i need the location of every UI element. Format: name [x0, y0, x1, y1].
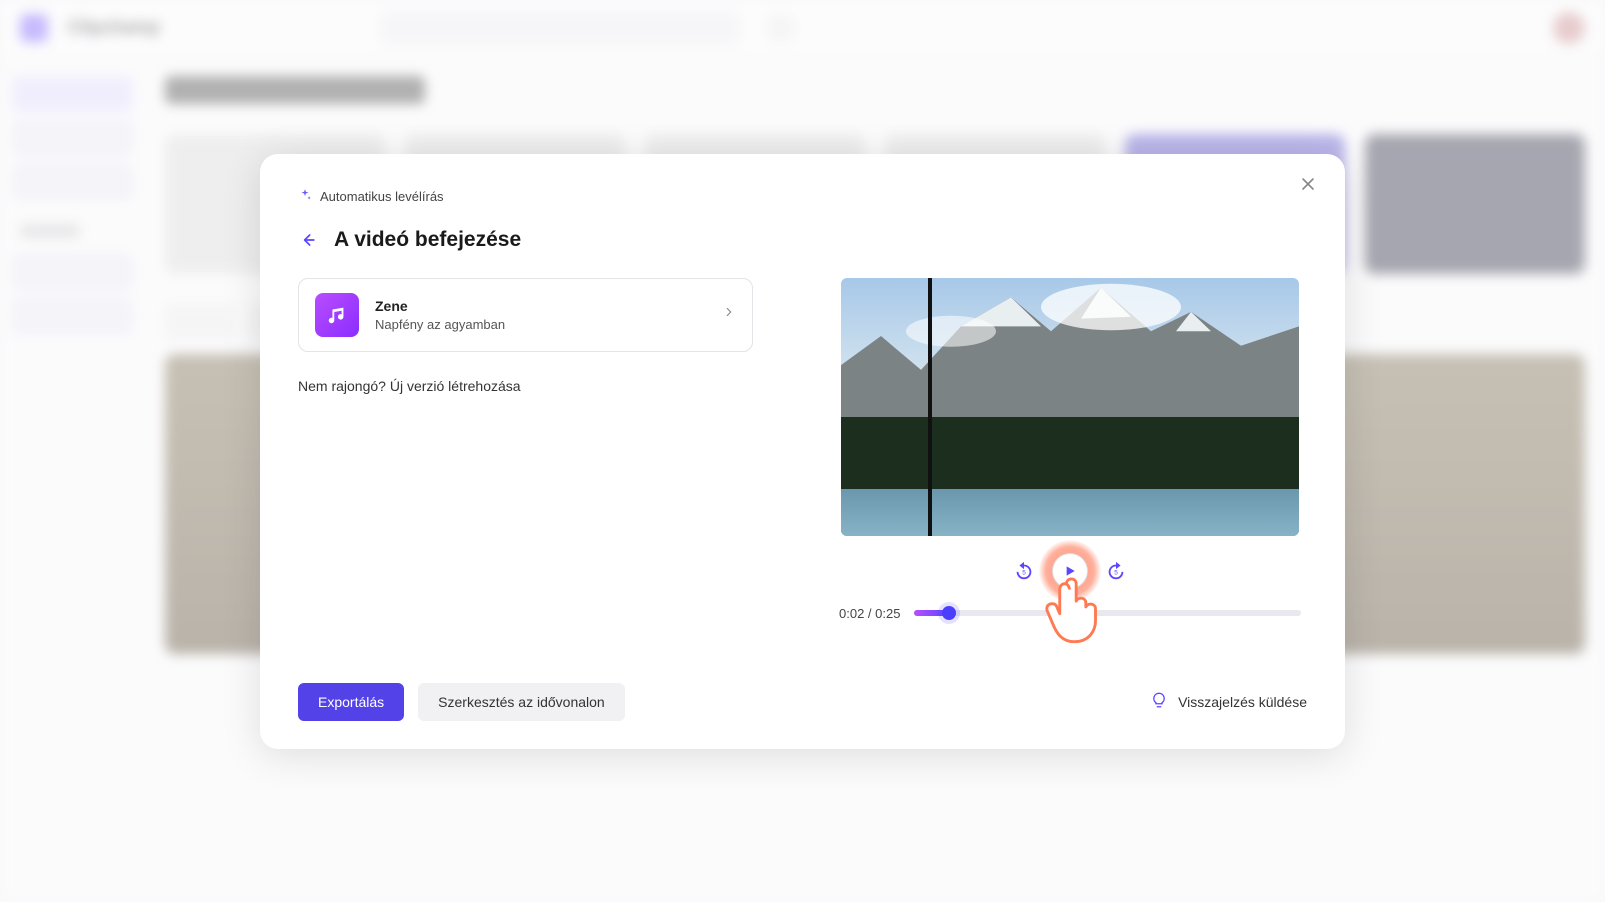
- seek-slider[interactable]: [914, 610, 1301, 616]
- edit-timeline-button[interactable]: Szerkesztés az idővonalon: [418, 683, 625, 721]
- playhead-indicator: [928, 278, 932, 536]
- music-heading: Zene: [375, 298, 706, 314]
- video-preview[interactable]: [841, 278, 1299, 536]
- svg-text:5: 5: [1114, 569, 1118, 576]
- back-button[interactable]: [298, 230, 318, 250]
- regenerate-text: Nem rajongó? Új verzió létrehozása: [298, 378, 753, 394]
- chevron-right-icon: [722, 305, 736, 324]
- lightbulb-icon: [1150, 691, 1168, 712]
- svg-text:5: 5: [1022, 569, 1026, 576]
- export-button[interactable]: Exportálás: [298, 683, 404, 721]
- music-icon: [315, 293, 359, 337]
- close-icon: [1300, 176, 1316, 197]
- close-button[interactable]: [1297, 176, 1319, 198]
- feedback-label: Visszajelzés küldése: [1178, 694, 1307, 710]
- time-label: 0:02 / 0:25: [839, 606, 900, 621]
- play-button[interactable]: [1053, 554, 1087, 588]
- finish-video-modal: Automatikus levélírás A videó befejezése…: [260, 154, 1345, 749]
- breadcrumb: Automatikus levélírás: [298, 188, 1307, 206]
- sparkle-icon: [298, 188, 312, 206]
- breadcrumb-label: Automatikus levélírás: [320, 189, 444, 204]
- regenerate-link[interactable]: Nem rajongó? Új verzió létrehozása: [298, 378, 521, 394]
- modal-overlay: Automatikus levélírás A videó befejezése…: [0, 0, 1605, 902]
- forward-5-button[interactable]: 5: [1103, 558, 1129, 584]
- rewind-5-button[interactable]: 5: [1011, 558, 1037, 584]
- music-track-name: Napfény az agyamban: [375, 317, 706, 332]
- playback-controls: 5 5: [833, 554, 1307, 588]
- seek-thumb[interactable]: [942, 606, 956, 620]
- page-title: A videó befejezése: [334, 228, 521, 252]
- send-feedback-link[interactable]: Visszajelzés küldése: [1150, 691, 1307, 712]
- music-card[interactable]: Zene Napfény az agyamban: [298, 278, 753, 352]
